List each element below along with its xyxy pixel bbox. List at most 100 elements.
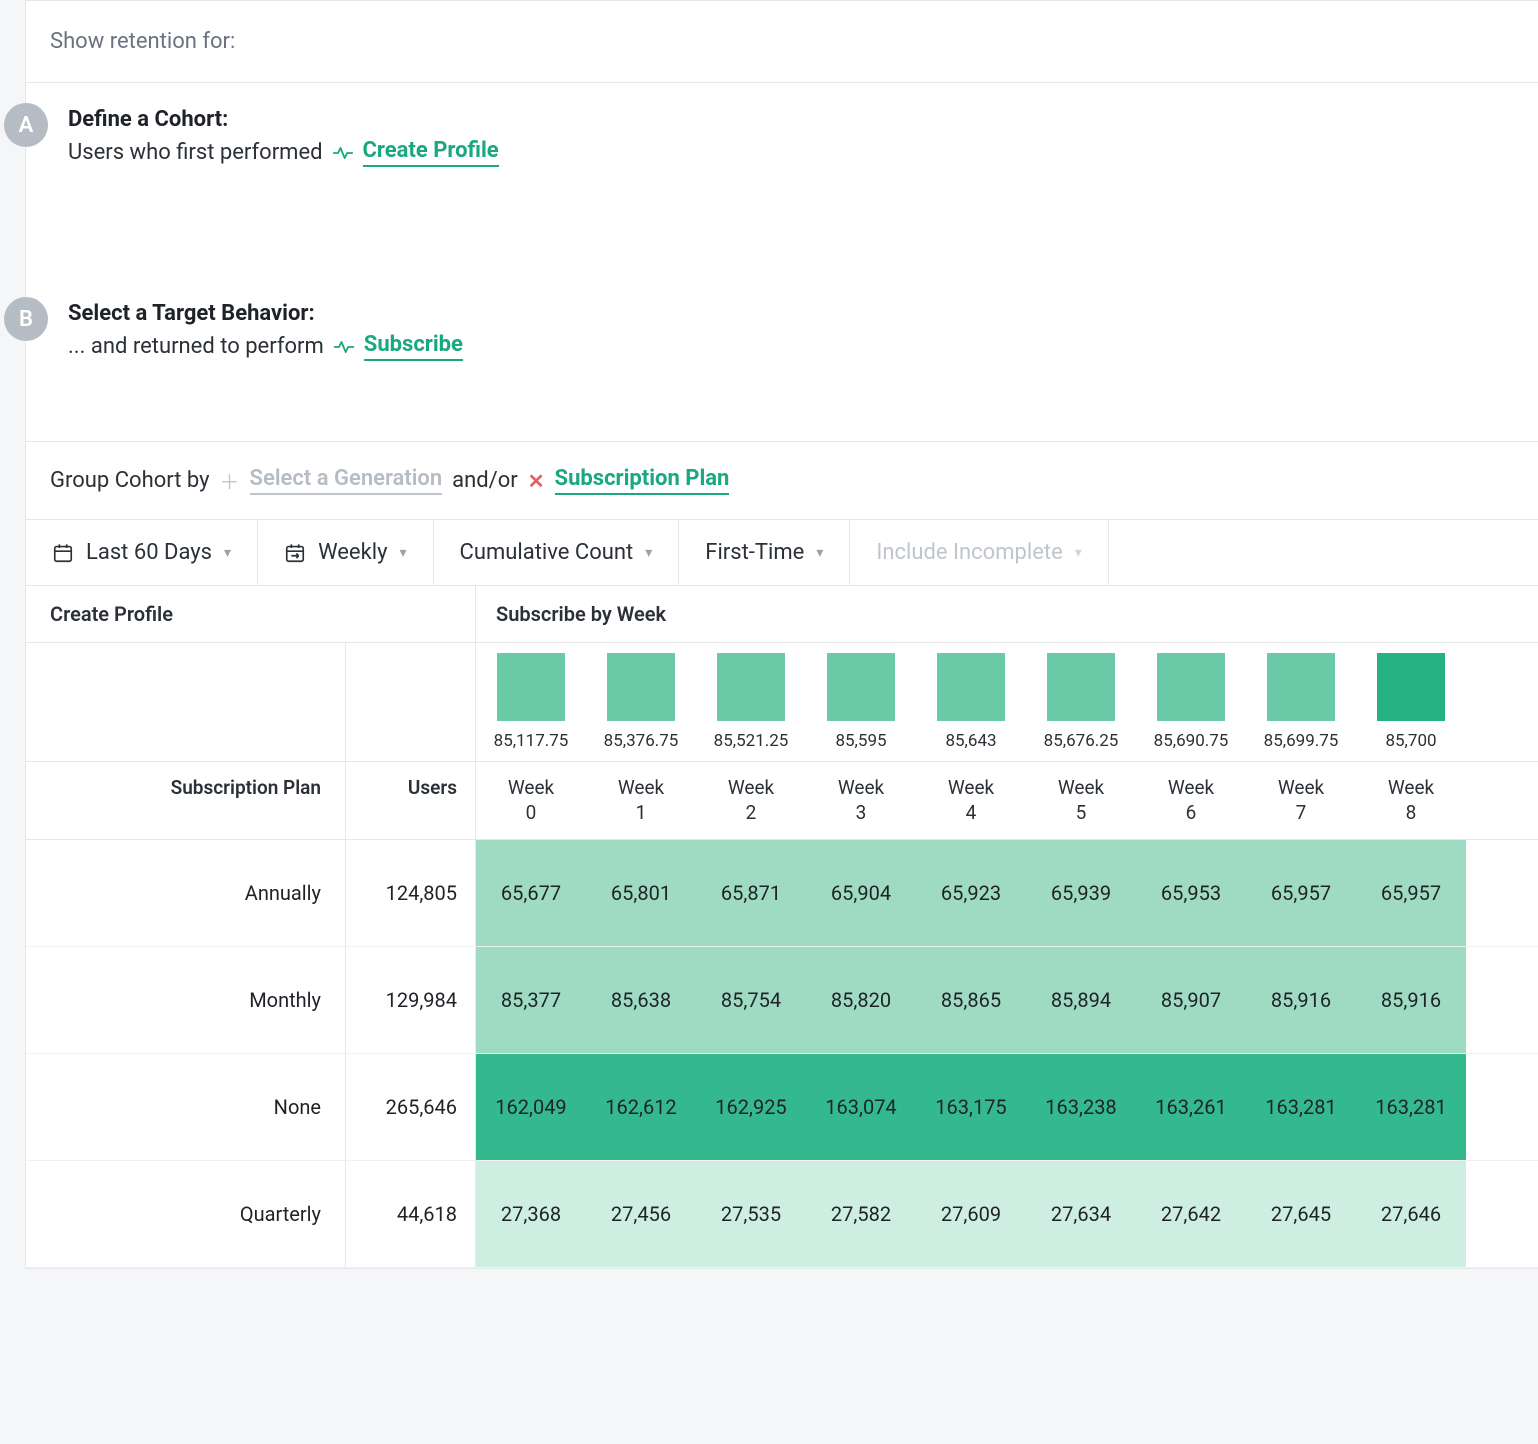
summary-bar (717, 653, 785, 721)
summary-cell: 85,700 (1356, 643, 1466, 761)
chevron-down-icon: ▾ (645, 545, 652, 561)
retention-table: Create Profile Subscribe by Week 85,117.… (26, 586, 1538, 1268)
cell-plan: Annually (26, 840, 346, 946)
cohort-event-picker[interactable]: Create Profile (363, 138, 499, 167)
calendar-arrow-icon (284, 542, 306, 564)
incomplete-picker[interactable]: Include Incomplete ▾ (850, 520, 1108, 585)
table-row: Monthly129,98485,37785,63885,75485,82085… (26, 947, 1538, 1054)
summary-cell: 85,643 (916, 643, 1026, 761)
cell-value: 163,175 (916, 1054, 1026, 1160)
cell-users: 124,805 (346, 840, 476, 946)
chevron-down-icon: ▾ (816, 545, 823, 561)
summary-cell: 85,676.25 (1026, 643, 1136, 761)
calendar-icon (52, 542, 74, 564)
metric-picker[interactable]: Cumulative Count ▾ (434, 520, 680, 585)
cell-value: 65,957 (1246, 840, 1356, 946)
table-left-header: Create Profile (26, 586, 476, 642)
step-b-badge: B (4, 297, 48, 341)
summary-bar (937, 653, 1005, 721)
cell-value: 163,238 (1026, 1054, 1136, 1160)
cell-value: 162,049 (476, 1054, 586, 1160)
summary-cell: 85,690.75 (1136, 643, 1246, 761)
col-week: Week6 (1136, 762, 1246, 839)
cell-value: 27,535 (696, 1161, 806, 1267)
summary-cell: 85,376.75 (586, 643, 696, 761)
cell-value: 27,582 (806, 1161, 916, 1267)
remove-group-icon[interactable]: ✕ (528, 469, 545, 493)
cell-value: 85,916 (1356, 947, 1466, 1053)
summary-bar (827, 653, 895, 721)
cell-value: 163,261 (1136, 1054, 1246, 1160)
summary-value: 85,700 (1362, 731, 1460, 751)
mode-picker[interactable]: First-Time ▾ (679, 520, 850, 585)
date-range-picker[interactable]: Last 60 Days ▾ (26, 520, 258, 585)
date-range-label: Last 60 Days (86, 540, 212, 565)
cell-value: 65,871 (696, 840, 806, 946)
chevron-down-icon: ▾ (1075, 545, 1082, 561)
cell-value: 65,957 (1356, 840, 1466, 946)
summary-value: 85,643 (922, 731, 1020, 751)
cell-value: 162,612 (586, 1054, 696, 1160)
cell-value: 27,642 (1136, 1161, 1246, 1267)
cell-value: 65,923 (916, 840, 1026, 946)
step-b-subtext: ... and returned to perform (68, 334, 324, 359)
cell-value: 27,634 (1026, 1161, 1136, 1267)
summary-value: 85,690.75 (1142, 731, 1240, 751)
summary-value: 85,595 (812, 731, 910, 751)
cell-value: 65,939 (1026, 840, 1136, 946)
chevron-down-icon: ▾ (224, 545, 231, 561)
cell-value: 85,820 (806, 947, 916, 1053)
cell-value: 85,754 (696, 947, 806, 1053)
cell-value: 27,645 (1246, 1161, 1356, 1267)
col-week: Week5 (1026, 762, 1136, 839)
step-b: B Select a Target Behavior: ... and retu… (26, 277, 1538, 442)
summary-cell: 85,521.25 (696, 643, 806, 761)
frequency-picker[interactable]: Weekly ▾ (258, 520, 433, 585)
plus-icon: ＋ (220, 466, 240, 495)
table-row: Quarterly44,61827,36827,45627,53527,5822… (26, 1161, 1538, 1268)
cell-value: 163,281 (1356, 1054, 1466, 1160)
frequency-label: Weekly (318, 540, 387, 565)
step-b-title: Select a Target Behavior: (68, 301, 463, 326)
group-by-conjunction: and/or (452, 468, 518, 493)
cell-value: 65,904 (806, 840, 916, 946)
summary-cell: 85,595 (806, 643, 916, 761)
col-week: Week7 (1246, 762, 1356, 839)
group-by-selected[interactable]: Subscription Plan (555, 466, 730, 495)
group-by-placeholder[interactable]: Select a Generation (250, 466, 443, 495)
cell-value: 65,801 (586, 840, 696, 946)
cell-plan: None (26, 1054, 346, 1160)
show-retention-label: Show retention for: (26, 1, 1538, 83)
col-week: Week4 (916, 762, 1026, 839)
incomplete-label: Include Incomplete (876, 540, 1062, 565)
cell-value: 85,907 (1136, 947, 1246, 1053)
summary-row: 85,117.75 85,376.75 85,521.25 85,595 85,643 8… (26, 643, 1538, 762)
step-a-badge: A (4, 103, 48, 147)
cell-value: 85,638 (586, 947, 696, 1053)
cell-value: 85,916 (1246, 947, 1356, 1053)
activity-icon (334, 339, 354, 355)
controls-row: Last 60 Days ▾ Weekly ▾ Cumulative Count… (26, 520, 1538, 586)
col-week: Week1 (586, 762, 696, 839)
cell-value: 85,377 (476, 947, 586, 1053)
cell-value: 65,677 (476, 840, 586, 946)
summary-bar (1157, 653, 1225, 721)
summary-value: 85,699.75 (1252, 731, 1350, 751)
summary-cell: 85,117.75 (476, 643, 586, 761)
step-a: A Define a Cohort: Users who first perfo… (26, 83, 1538, 277)
summary-bar (1267, 653, 1335, 721)
summary-value: 85,521.25 (702, 731, 800, 751)
cell-value: 65,953 (1136, 840, 1246, 946)
target-event-picker[interactable]: Subscribe (364, 332, 463, 361)
chevron-down-icon: ▾ (400, 545, 407, 561)
summary-cell: 85,699.75 (1246, 643, 1356, 761)
col-week: Week0 (476, 762, 586, 839)
summary-value: 85,376.75 (592, 731, 690, 751)
cell-value: 163,281 (1246, 1054, 1356, 1160)
cell-users: 44,618 (346, 1161, 476, 1267)
cell-plan: Quarterly (26, 1161, 346, 1267)
col-week: Week8 (1356, 762, 1466, 839)
cell-value: 27,646 (1356, 1161, 1466, 1267)
table-row: None265,646162,049162,612162,925163,0741… (26, 1054, 1538, 1161)
step-a-subtext: Users who first performed (68, 140, 323, 165)
